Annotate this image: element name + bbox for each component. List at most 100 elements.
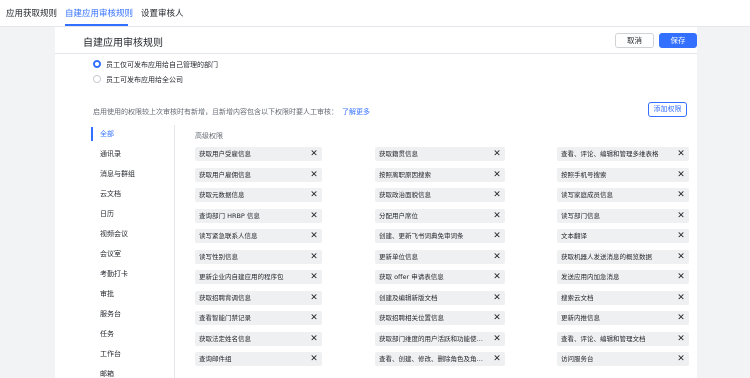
permission-tag: 更新单位信息 ✕: [375, 249, 505, 264]
permission-tag: 获取部门维度的用户活跃和功能使用数据 ✕: [375, 331, 505, 346]
remove-permission-icon[interactable]: ✕: [677, 209, 685, 223]
category-contacts[interactable]: 通讯录: [94, 147, 174, 161]
category-messages-groups[interactable]: 消息与群组: [94, 167, 174, 181]
section-title: 高级权限: [195, 132, 223, 140]
permission-tag: 获取招聘背调信息 ✕: [195, 290, 322, 305]
remove-permission-icon[interactable]: ✕: [493, 188, 501, 202]
remove-permission-icon[interactable]: ✕: [677, 147, 685, 161]
permission-tag: 获取用户雇佣信息 ✕: [195, 167, 322, 182]
tab-custom-app-review-rules[interactable]: 自建应用审核规则: [65, 7, 133, 19]
category-all[interactable]: 全部: [94, 127, 174, 141]
remove-permission-icon[interactable]: ✕: [493, 168, 501, 182]
permission-tag: 查看、创建、修改、删除角色及角色成员 ✕: [375, 352, 505, 366]
permission-label: 读写紧急联系人信息: [199, 232, 258, 240]
permission-label: 访问服务台: [561, 355, 594, 363]
remove-permission-icon[interactable]: ✕: [677, 229, 685, 243]
permission-tag: 获取籍贯信息 ✕: [375, 147, 505, 161]
permission-tag: 获取机器人发送消息的概览数据 ✕: [557, 249, 689, 264]
permission-label: 获取籍贯信息: [379, 150, 418, 158]
permission-label: 获取招聘背调信息: [199, 293, 251, 302]
permission-label: 查看、创建、修改、删除角色及角色成员: [379, 355, 489, 363]
radio-unselected[interactable]: [93, 75, 101, 83]
panel-header: 自建应用审核规则 取消 保存: [55, 27, 697, 54]
remove-permission-icon[interactable]: ✕: [310, 147, 318, 161]
permission-label: 更新内推信息: [561, 314, 600, 322]
permission-tag: 更新企业内自建应用的程序包 ✕: [195, 270, 322, 284]
remove-permission-icon[interactable]: ✕: [677, 332, 685, 346]
save-button[interactable]: 保存: [659, 33, 697, 48]
permission-label: 读写家庭成员信息: [561, 191, 613, 199]
learn-more-link[interactable]: 了解更多: [342, 108, 370, 116]
permission-tag: 查看、评论、编辑和管理多维表格 ✕: [557, 147, 689, 161]
permission-tag: 获取用户受雇信息 ✕: [195, 147, 322, 161]
cancel-button[interactable]: 取消: [615, 33, 654, 48]
remove-permission-icon[interactable]: ✕: [310, 352, 318, 366]
permission-tag: 文本翻译 ✕: [557, 229, 689, 243]
permission-label: 读写部门信息: [561, 211, 600, 220]
category-calendar[interactable]: 日历: [94, 207, 174, 221]
permission-tag: 分配用户席位 ✕: [375, 208, 505, 223]
remove-permission-icon[interactable]: ✕: [493, 250, 501, 264]
permission-tag: 按照离职原因搜索 ✕: [375, 167, 505, 182]
category-workplace[interactable]: 工作台: [94, 347, 174, 361]
remove-permission-icon[interactable]: ✕: [677, 311, 685, 325]
permission-tag: 访问服务台 ✕: [557, 352, 689, 366]
remove-permission-icon[interactable]: ✕: [677, 168, 685, 182]
remove-permission-icon[interactable]: ✕: [310, 311, 318, 325]
remove-permission-icon[interactable]: ✕: [493, 332, 501, 346]
permission-tag: 读写性别信息 ✕: [195, 249, 322, 264]
remove-permission-icon[interactable]: ✕: [310, 291, 318, 305]
active-category-indicator: [91, 127, 93, 141]
remove-permission-icon[interactable]: ✕: [310, 168, 318, 182]
permission-label: 搜索云文档: [561, 293, 594, 302]
remove-permission-icon[interactable]: ✕: [310, 209, 318, 223]
remove-permission-icon[interactable]: ✕: [310, 188, 318, 202]
permission-label: 发送应用内加急消息: [561, 273, 620, 281]
category-mail[interactable]: 邮箱: [94, 367, 174, 378]
permission-tag: 读写部门信息 ✕: [557, 208, 689, 223]
permission-label: 创建、更新飞书词典免审词条: [379, 232, 464, 240]
category-video-meeting[interactable]: 视频会议: [94, 227, 174, 241]
permission-label: 查询邮件组: [199, 355, 232, 363]
category-helpdesk[interactable]: 服务台: [94, 307, 174, 321]
hint-text: 启用使用的权限较上次审核时有新增，且新增内容包含以下权限时要人工审核：: [93, 108, 338, 116]
remove-permission-icon[interactable]: ✕: [310, 250, 318, 264]
option-label: 员工仅可发布应用给自己管理的部门: [106, 61, 218, 69]
remove-permission-icon[interactable]: ✕: [493, 147, 501, 161]
remove-permission-icon[interactable]: ✕: [493, 229, 501, 243]
permission-label: 获取用户雇佣信息: [199, 170, 251, 179]
add-permission-button[interactable]: 添加权限: [648, 102, 687, 117]
category-cloud-docs[interactable]: 云文档: [94, 187, 174, 201]
remove-permission-icon[interactable]: ✕: [310, 270, 318, 284]
permission-label: 读写性别信息: [199, 252, 238, 261]
permission-label: 查看、评论、编辑和管理多维表格: [561, 150, 659, 158]
category-tasks[interactable]: 任务: [94, 327, 174, 341]
permission-label: 查看智能门禁记录: [199, 314, 251, 322]
category-attendance[interactable]: 考勤打卡: [94, 267, 174, 281]
permission-tag: 查询部门 HRBP 信息 ✕: [195, 208, 322, 223]
category-approval[interactable]: 审批: [94, 287, 174, 301]
remove-permission-icon[interactable]: ✕: [493, 209, 501, 223]
page-title: 自建应用审核规则: [83, 38, 163, 49]
remove-permission-icon[interactable]: ✕: [677, 352, 685, 366]
remove-permission-icon[interactable]: ✕: [493, 291, 501, 305]
permission-tag: 搜索云文档 ✕: [557, 290, 689, 305]
permission-label: 获取政治面貌信息: [379, 191, 431, 199]
remove-permission-icon[interactable]: ✕: [677, 250, 685, 264]
radio-selected[interactable]: [93, 60, 101, 68]
permission-label: 查看、评论、编辑和管理文档: [561, 334, 646, 343]
remove-permission-icon[interactable]: ✕: [493, 352, 501, 366]
remove-permission-icon[interactable]: ✕: [677, 188, 685, 202]
remove-permission-icon[interactable]: ✕: [493, 311, 501, 325]
tab-app-access-rules[interactable]: 应用获取规则: [6, 7, 57, 19]
permission-tag: 创建及编辑新版文档 ✕: [375, 290, 505, 305]
remove-permission-icon[interactable]: ✕: [310, 332, 318, 346]
remove-permission-icon[interactable]: ✕: [310, 229, 318, 243]
remove-permission-icon[interactable]: ✕: [493, 270, 501, 284]
category-meeting-room[interactable]: 会议室: [94, 247, 174, 261]
remove-permission-icon[interactable]: ✕: [677, 291, 685, 305]
permission-tag: 获取元数据信息 ✕: [195, 188, 322, 202]
tab-set-reviewer[interactable]: 设置审核人: [141, 7, 184, 19]
remove-permission-icon[interactable]: ✕: [677, 270, 685, 284]
permission-tag: 读写家庭成员信息 ✕: [557, 188, 689, 202]
